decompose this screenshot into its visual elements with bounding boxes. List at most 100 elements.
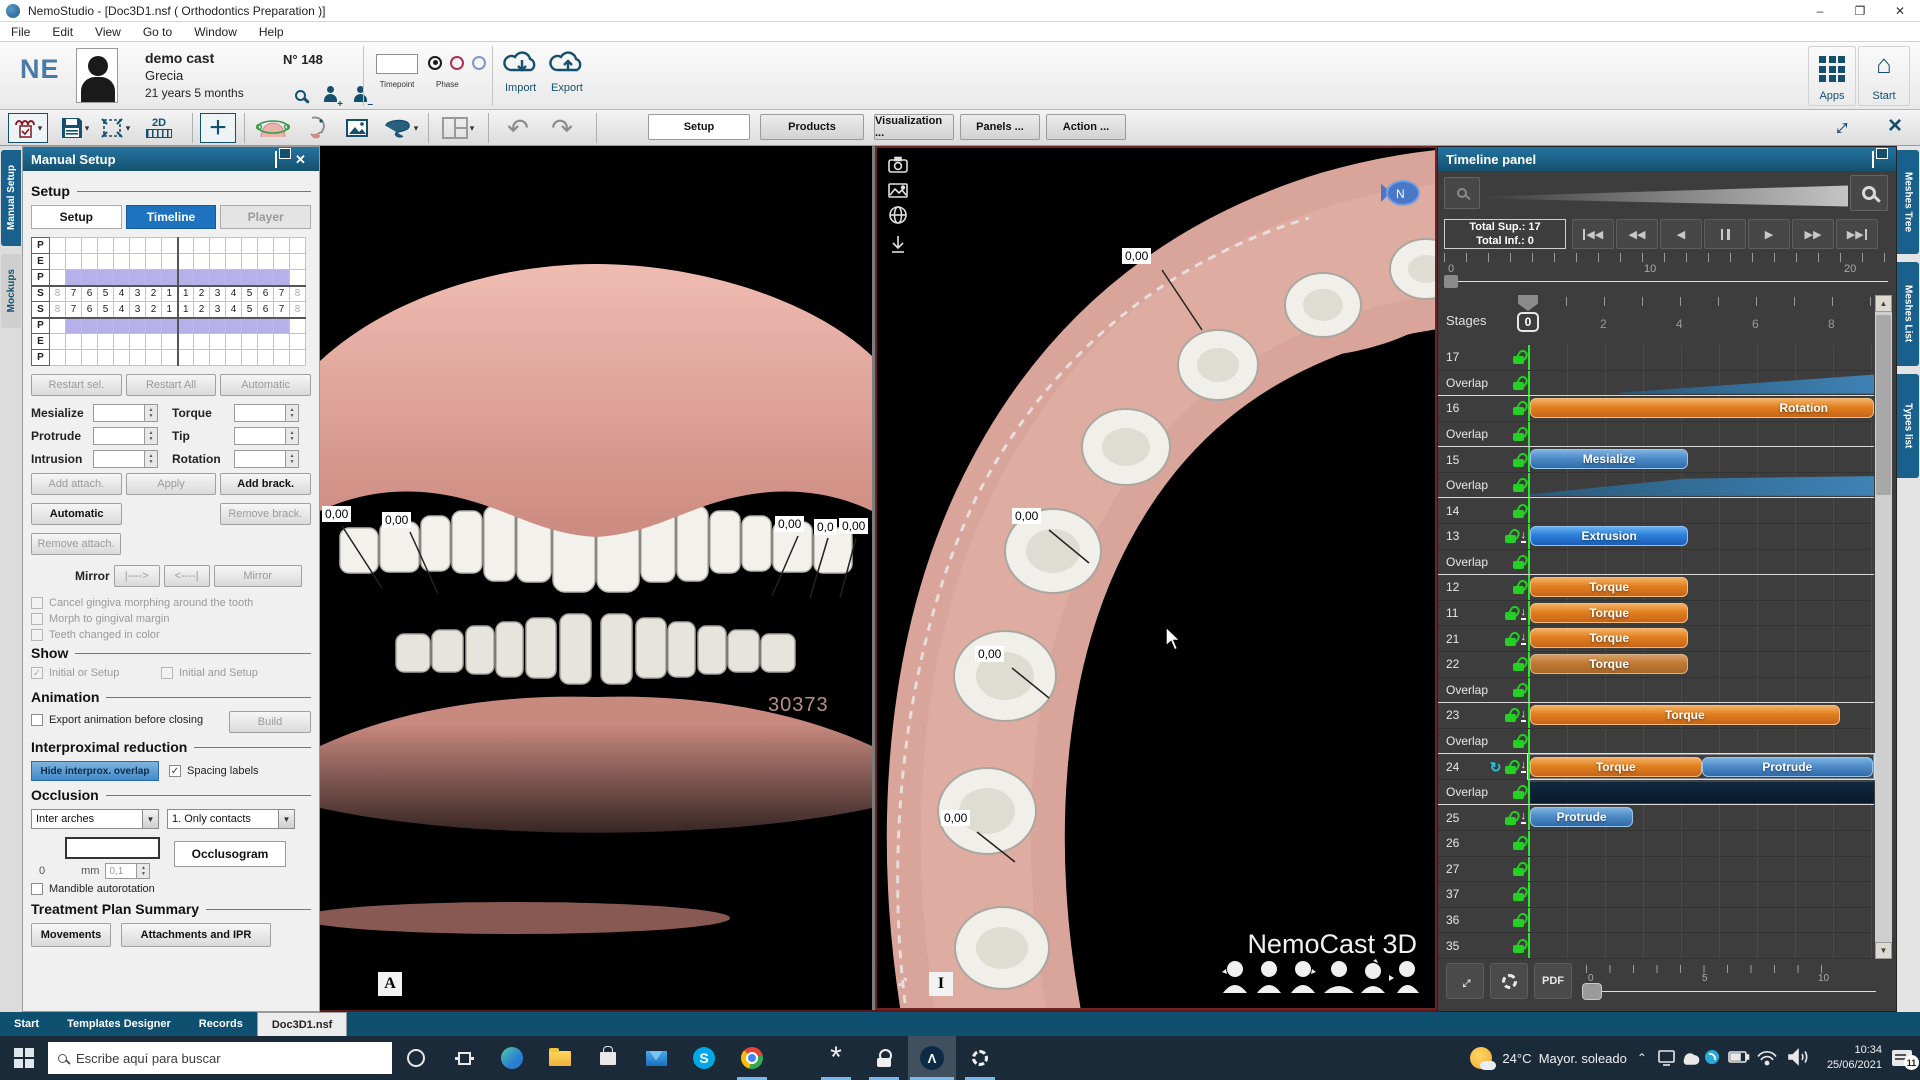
movement-bar-torque[interactable]: Torque [1530, 577, 1688, 597]
tooth-cell[interactable] [290, 318, 306, 334]
restart-button-restart-all[interactable]: Restart All [126, 374, 217, 396]
tooth-cell[interactable] [194, 254, 210, 270]
tooth-cell[interactable] [146, 238, 162, 254]
tooth-cell[interactable] [226, 254, 242, 270]
movement-bar-torque[interactable]: Torque [1530, 628, 1688, 648]
undo-icon[interactable]: ↶ [498, 113, 538, 143]
tooth-cell[interactable]: 3 [130, 302, 146, 318]
tooth-cell[interactable]: 7 [274, 286, 290, 302]
tooth-cell[interactable]: 3 [210, 302, 226, 318]
tooth-cell[interactable] [178, 270, 194, 286]
close-panel-icon[interactable]: ✕ [295, 152, 309, 165]
tooth-cell[interactable]: 3 [130, 286, 146, 302]
tooth-cell[interactable] [98, 254, 114, 270]
timeline-row-12[interactable]: 12Torque [1438, 575, 1874, 601]
occlusogram-button[interactable]: Occlusogram [174, 841, 286, 867]
tooth-cell[interactable] [242, 270, 258, 286]
lock-icon[interactable] [1505, 606, 1518, 620]
tooth-cell[interactable] [290, 238, 306, 254]
tooth-cell[interactable] [258, 334, 274, 350]
mirror-left-button[interactable]: <----| [164, 565, 210, 587]
expand-timeline-button[interactable]: ↔ [1446, 963, 1484, 999]
lock-icon[interactable] [1513, 657, 1526, 671]
arch-analysis-icon[interactable] [252, 113, 294, 143]
tooth-cell[interactable] [178, 238, 194, 254]
tooth-cell[interactable] [274, 238, 290, 254]
tooth-cell[interactable] [146, 270, 162, 286]
export-animation-checkbox[interactable]: Export animation before closing [31, 714, 229, 726]
field-input-tip[interactable] [234, 427, 286, 445]
scroll-up-icon[interactable]: ▲ [1875, 295, 1892, 312]
stage-track[interactable]: Torque [1528, 703, 1874, 728]
remove-brack-button[interactable]: Remove brack. [220, 503, 311, 525]
field-input-protrude[interactable] [93, 427, 145, 445]
float-panel-icon[interactable] [275, 152, 289, 165]
stage-track[interactable] [1528, 729, 1874, 754]
toolbar-button-products[interactable]: Products [760, 114, 864, 140]
tooth-cell[interactable] [114, 254, 130, 270]
tooth-cell[interactable]: 5 [242, 302, 258, 318]
taskbar-icon-cortana[interactable] [392, 1036, 440, 1080]
scroll-down-icon[interactable]: ▼ [1875, 942, 1892, 959]
minimize-button[interactable]: – [1800, 0, 1840, 22]
tooth-cell[interactable] [242, 334, 258, 350]
tooth-cell[interactable] [258, 270, 274, 286]
tooth-cell[interactable]: 7 [66, 286, 82, 302]
apps-button[interactable]: Apps [1808, 46, 1856, 106]
doc-tab-templates-designer[interactable]: Templates Designer [53, 1012, 185, 1036]
tooth-cell[interactable] [66, 238, 82, 254]
setup-tab-timeline[interactable]: Timeline [126, 205, 217, 229]
lock-icon[interactable] [1513, 683, 1526, 697]
viewport-frontal[interactable]: 30373 A 0,000,000,000,00,00 [320, 146, 872, 1010]
timeline-row-overlap[interactable]: Overlap [1438, 729, 1874, 755]
download-icon[interactable]: ↓ [1521, 709, 1527, 722]
close-button[interactable]: ✕ [1880, 0, 1920, 22]
movement-bar-torque[interactable]: Torque [1530, 757, 1702, 777]
occlusion-step-spinner[interactable]: ▲▼ [137, 863, 150, 879]
download-icon[interactable]: ↓ [1521, 607, 1527, 620]
stage-track[interactable] [1528, 908, 1874, 933]
lock-icon[interactable] [1513, 580, 1526, 594]
timeline-row-11[interactable]: 11↓Torque [1438, 601, 1874, 627]
timeline-row-overlap[interactable]: Overlap [1438, 678, 1874, 704]
remove-patient-icon[interactable]: – [352, 86, 370, 107]
timeline-row-37[interactable]: 37 [1438, 882, 1874, 908]
tooth-cell[interactable] [242, 318, 258, 334]
tooth-cell[interactable] [50, 334, 66, 350]
tooth-cell[interactable] [178, 254, 194, 270]
tooth-cell[interactable] [274, 350, 290, 366]
stage-track[interactable] [1528, 498, 1874, 523]
movement-bar-mesialize[interactable]: Mesialize [1530, 449, 1688, 469]
hide-interprox-button[interactable]: Hide interprox. overlap [31, 761, 159, 781]
timeline-row-overlap[interactable]: Overlap [1438, 473, 1874, 499]
tooth-cell[interactable]: 2 [194, 302, 210, 318]
download-icon[interactable]: ↓ [1521, 811, 1527, 824]
tooth-cell[interactable] [290, 270, 306, 286]
tooth-cell[interactable] [258, 254, 274, 270]
tooth-cell[interactable] [50, 318, 66, 334]
phase-radio-2[interactable] [450, 56, 464, 70]
setup-cast-icon[interactable]: ▾ [8, 113, 48, 143]
tooth-cell[interactable] [162, 270, 178, 286]
restart-button-automatic[interactable]: Automatic [220, 374, 311, 396]
menu-item-view[interactable]: View [84, 25, 132, 39]
tooth-cell[interactable] [178, 334, 194, 350]
tooth-cell[interactable] [242, 238, 258, 254]
restart-button-restart-sel-[interactable]: Restart sel. [31, 374, 122, 396]
tooth-cell[interactable] [274, 334, 290, 350]
tooth-cell[interactable] [146, 334, 162, 350]
lock-icon[interactable] [1513, 478, 1526, 492]
tooth-cell[interactable] [242, 350, 258, 366]
tooth-cell[interactable]: 1 [162, 286, 178, 302]
lock-icon[interactable] [1513, 913, 1526, 927]
stage-track[interactable]: Torque [1528, 652, 1874, 677]
tooth-cell[interactable] [66, 350, 82, 366]
close-document-icon[interactable]: × [1888, 112, 1902, 140]
timepoint-box[interactable] [376, 54, 418, 74]
tooth-cell[interactable]: 1 [178, 286, 194, 302]
phase-radio-3[interactable] [472, 56, 486, 70]
download-icon[interactable]: ↓ [1521, 632, 1527, 645]
tooth-cell[interactable] [130, 238, 146, 254]
tooth-cell[interactable] [258, 238, 274, 254]
lock-icon[interactable] [1513, 887, 1526, 901]
